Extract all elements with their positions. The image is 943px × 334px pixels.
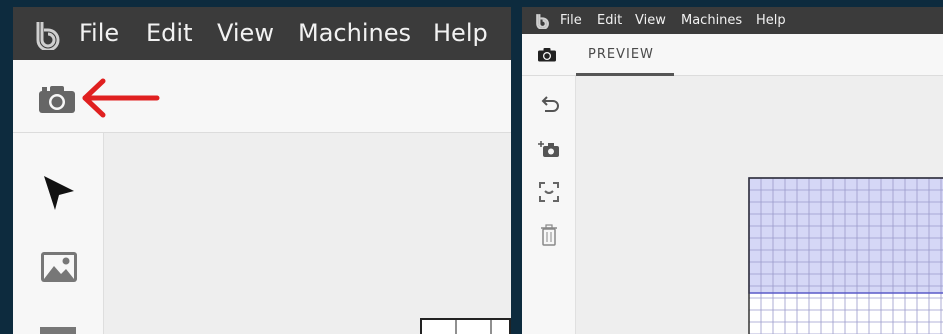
menu-help[interactable]: Help [433, 17, 488, 49]
menu-bar: File Edit View Machines Help [13, 7, 511, 60]
top-toolbar [13, 60, 511, 133]
app-logo-icon [536, 14, 549, 29]
undo-icon[interactable] [539, 95, 559, 115]
design-canvas[interactable] [104, 133, 511, 334]
workarea-selection [749, 178, 943, 293]
camera-icon[interactable] [37, 84, 77, 114]
camera-icon[interactable] [537, 47, 557, 62]
text-tool-icon[interactable] [40, 327, 76, 334]
menu-file[interactable]: File [79, 17, 119, 49]
tab-preview-label: PREVIEW [588, 47, 654, 62]
menu-file[interactable]: File [560, 13, 582, 28]
menu-edit[interactable]: Edit [146, 17, 192, 49]
menu-edit[interactable]: Edit [597, 13, 622, 28]
menu-bar-small: File Edit View Machines Help [522, 7, 943, 34]
menu-view[interactable]: View [635, 13, 666, 28]
zoomed-window: File Edit View Machines Help [13, 7, 511, 334]
tab-preview[interactable]: PREVIEW [576, 34, 674, 76]
menu-help[interactable]: Help [756, 13, 786, 28]
tool-sidebar [13, 133, 104, 334]
menu-view[interactable]: View [217, 17, 274, 49]
full-window: File Edit View Machines Help PREVIEW [522, 7, 943, 334]
app-logo-icon [36, 22, 60, 50]
menu-machines[interactable]: Machines [298, 17, 411, 49]
red-arrow-icon [82, 78, 160, 118]
focus-frame-icon[interactable] [539, 182, 559, 202]
cursor-icon[interactable] [41, 173, 77, 213]
add-photo-icon[interactable] [538, 140, 560, 158]
workarea-grid [420, 318, 511, 334]
workarea-grid [748, 177, 943, 334]
preview-sidebar [522, 76, 576, 334]
menu-machines[interactable]: Machines [681, 13, 742, 28]
trash-icon[interactable] [540, 224, 558, 246]
image-icon[interactable] [40, 251, 78, 283]
tab-bar: PREVIEW [522, 34, 943, 76]
